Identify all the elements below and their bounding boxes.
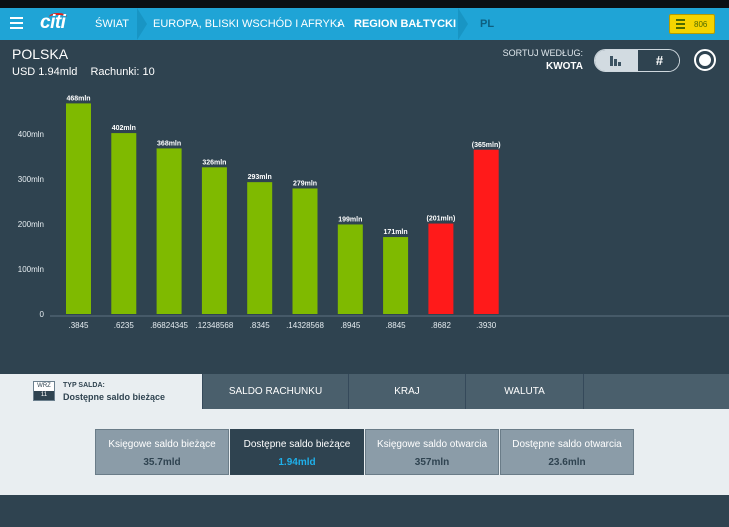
card-available-current[interactable]: Dostępne saldo bieżące 1.94mld (230, 429, 364, 475)
card-ledger-current[interactable]: Księgowe saldo bieżące 35.7mld (95, 429, 229, 475)
breadcrumb-pl[interactable]: PL (480, 8, 494, 40)
card-ledger-opening[interactable]: Księgowe saldo otwarcia 357mln (365, 429, 499, 475)
tab-country[interactable]: KRAJ (349, 374, 466, 409)
chart-bar (428, 223, 454, 314)
total-balance: USD 1.94mld (12, 66, 78, 78)
breadcrumb-separator (458, 8, 468, 40)
bar-chart-icon (610, 56, 624, 66)
x-tick-label: .8682 (431, 321, 452, 330)
notification-badge[interactable]: 806 (669, 14, 715, 34)
bar-value-label: 468mln (66, 95, 90, 102)
notification-count: 806 (694, 20, 708, 29)
list-icon (676, 19, 685, 29)
chart-bar (473, 149, 499, 314)
y-tick-label: 300mln (18, 175, 44, 184)
chart-bar (66, 103, 91, 315)
chart-svg: 0 100mln 200mln 300mln 400mln 468mln .3845 402m… (18, 95, 729, 330)
x-tick-label: .14328568 (286, 321, 324, 330)
x-tick-label: .6235 (114, 321, 135, 330)
bar-value-label: 402mln (112, 125, 136, 132)
y-tick-label: 0 (40, 310, 45, 319)
breadcrumb-emea[interactable]: EUROPA, BLISKI WSCHÓD I AFRYKA (153, 8, 345, 40)
bar-value-label: 171mln (384, 229, 408, 236)
balance-panel: Księgowe saldo bieżące 35.7mld Dostępne … (0, 409, 729, 495)
chart-bar (247, 182, 273, 314)
bar-value-label: 279mln (293, 180, 317, 187)
x-tick-label: .8345 (250, 321, 271, 330)
accounts-count: Rachunki: 10 (90, 66, 155, 78)
x-tick-label: .86824345 (150, 321, 188, 330)
sort-count-option[interactable]: # (638, 50, 679, 71)
balance-type-icon: WRZ 11 (33, 381, 55, 401)
sort-label: SORTUJ WEDŁUG: (502, 48, 583, 58)
breadcrumb-world[interactable]: ŚWIAT (95, 8, 129, 40)
chart-bar (337, 224, 363, 314)
globe-icon[interactable] (694, 49, 716, 71)
chart-bar (201, 167, 227, 314)
tab-currency[interactable]: WALUTA (466, 374, 584, 409)
summary: USD 1.94mld Rachunki: 10 (12, 66, 165, 78)
menu-icon[interactable] (10, 17, 23, 31)
chart-bar (156, 148, 182, 314)
chart-bar (111, 133, 137, 314)
bar-value-label: 326mln (202, 159, 226, 166)
bar-value-label: (201mln) (427, 216, 456, 223)
chart-bar (292, 188, 318, 314)
x-tick-label: .3930 (476, 321, 497, 330)
bar-value-label: 293mln (248, 174, 272, 181)
x-tick-label: .12348568 (195, 321, 233, 330)
breadcrumb-separator (137, 8, 147, 40)
sort-value: KWOTA (545, 61, 583, 72)
balance-cards: Księgowe saldo bieżące 35.7mld Dostępne … (95, 429, 634, 475)
chart-bar (383, 237, 409, 314)
balance-type-title: TYP SALDA: (63, 382, 105, 389)
card-available-opening[interactable]: Dostępne saldo otwarcia 23.6mln (500, 429, 634, 475)
nav-bar: citi ŚWIAT EUROPA, BLISKI WSCHÓD I AFRYK… (0, 8, 729, 40)
y-tick-label: 200mln (18, 220, 44, 229)
balance-type-value: Dostępne saldo bieżące (63, 392, 166, 402)
bar-value-label: (365mln) (472, 142, 501, 149)
chevron-right-icon: › (337, 16, 342, 31)
sort-amount-option[interactable] (595, 50, 638, 71)
x-tick-label: .3845 (68, 321, 89, 330)
country-title: POLSKA (12, 46, 69, 62)
citi-logo: citi (40, 12, 66, 33)
x-tick-label: .8845 (386, 321, 407, 330)
sort-toggle[interactable]: # (594, 49, 680, 72)
breadcrumb-baltic[interactable]: REGION BAŁTYCKI (354, 8, 456, 40)
y-tick-label: 100mln (18, 265, 44, 274)
balance-chart: 0 100mln 200mln 300mln 400mln 468mln .3845 402m… (0, 80, 729, 350)
footer-bar (0, 495, 729, 527)
y-tick-label: 400mln (18, 130, 44, 139)
bar-value-label: 199mln (338, 216, 362, 223)
tab-account-balance[interactable]: SALDO RACHUNKU (203, 374, 349, 409)
top-strip (0, 0, 729, 8)
tab-balance-type[interactable]: WRZ 11 TYP SALDA: Dostępne saldo bieżące (0, 374, 203, 409)
x-tick-label: .8945 (340, 321, 361, 330)
bar-value-label: 368mln (157, 140, 181, 147)
tab-bar: WRZ 11 TYP SALDA: Dostępne saldo bieżące… (0, 374, 729, 409)
